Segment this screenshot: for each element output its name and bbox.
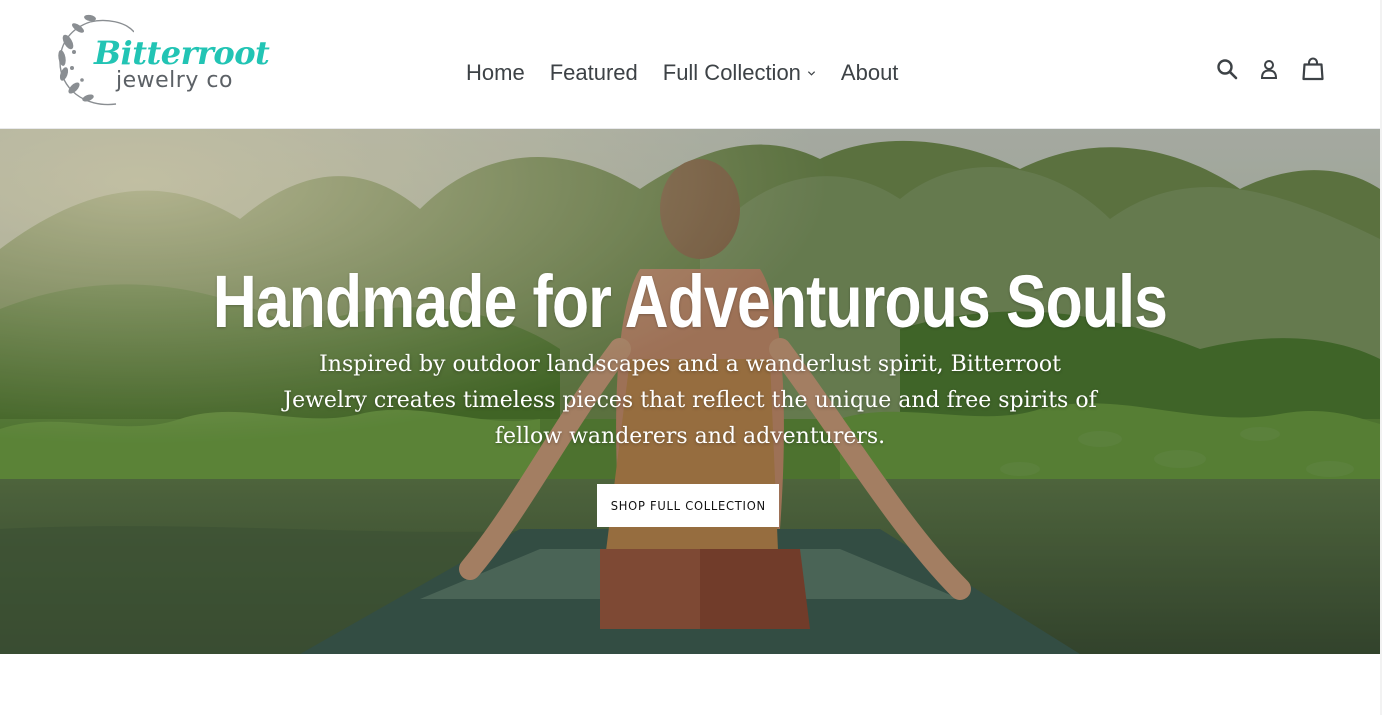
nav-about[interactable]: About: [841, 60, 899, 86]
chevron-down-icon: [807, 70, 815, 76]
logo-sub-text: jewelry co: [116, 68, 233, 93]
nav-featured[interactable]: Featured: [550, 60, 638, 86]
cart-button[interactable]: [1302, 57, 1324, 81]
site-logo[interactable]: Bitterroot jewelry co: [54, 12, 270, 114]
hero-title: Handmade for Adventurous Souls: [212, 260, 1168, 343]
nav-about-label: About: [840, 60, 899, 85]
header-icons: [1216, 54, 1324, 84]
shop-full-collection-label: SHOP FULL COLLECTION: [610, 498, 766, 513]
logo-script-text: Bitterroot: [94, 34, 270, 72]
main-nav: Home Featured Full Collection About: [466, 56, 898, 90]
account-icon: [1260, 60, 1278, 79]
nav-full-collection-label: Full Collection: [662, 60, 801, 85]
nav-featured-label: Featured: [549, 60, 638, 85]
nav-home[interactable]: Home: [466, 60, 525, 86]
cart-icon: [1302, 57, 1324, 81]
search-icon: [1217, 59, 1238, 80]
nav-home-label: Home: [466, 60, 525, 85]
hero-banner: Handmade for Adventurous Souls Inspired …: [0, 129, 1380, 654]
nav-full-collection[interactable]: Full Collection: [663, 60, 816, 86]
hero-description: Inspired by outdoor landscapes and a wan…: [283, 352, 1097, 449]
account-button[interactable]: [1260, 58, 1278, 80]
search-button[interactable]: [1216, 58, 1238, 80]
site-header: Bitterroot jewelry co Home Featured Full…: [0, 0, 1382, 129]
shop-full-collection-button[interactable]: SHOP FULL COLLECTION: [597, 484, 779, 527]
